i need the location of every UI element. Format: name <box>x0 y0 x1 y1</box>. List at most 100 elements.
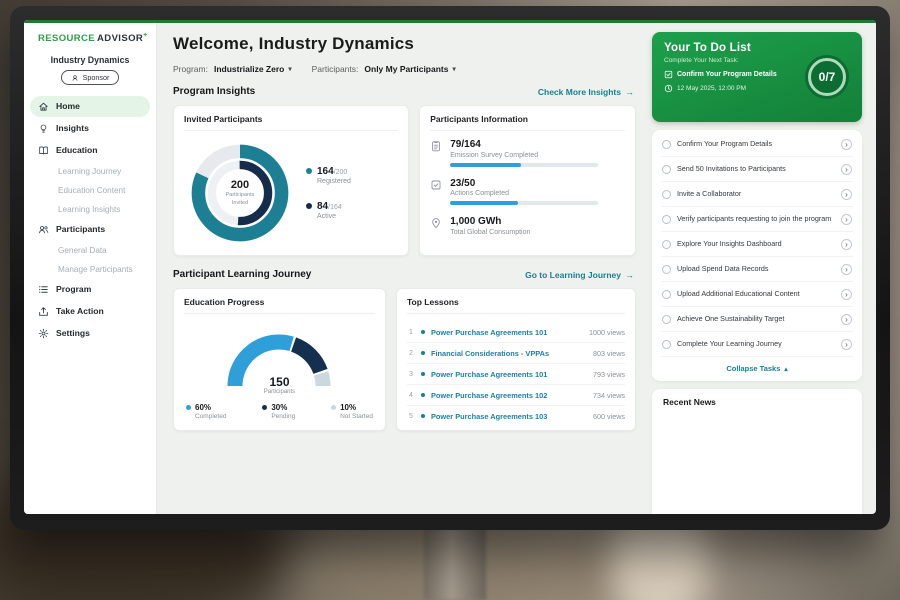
invited-participants-card: Invited Participants 200 Participants In… <box>173 105 409 256</box>
actions-icon <box>430 179 442 191</box>
lesson-bullet-icon <box>421 414 425 418</box>
task-checkbox-icon[interactable] <box>662 140 671 149</box>
lesson-link[interactable]: Power Purchase Agreements 101 <box>431 328 583 337</box>
legend-dot-icon <box>262 405 267 410</box>
task-chevron-icon[interactable]: › <box>841 264 852 275</box>
task-chevron-icon[interactable]: › <box>841 314 852 325</box>
lesson-link[interactable]: Power Purchase Agreements 103 <box>431 412 587 421</box>
sidebar-item-insights[interactable]: Insights <box>30 118 150 139</box>
sidebar-item-settings[interactable]: Settings <box>30 323 150 344</box>
legend-dot-icon <box>306 168 312 174</box>
task-checkbox-icon[interactable] <box>662 315 671 324</box>
participants-select-value: Only My Participants <box>364 64 448 74</box>
check-more-insights-link[interactable]: Check More Insights → <box>538 87 634 97</box>
donut-center-value: 200 <box>231 179 249 191</box>
clock-icon <box>664 84 673 93</box>
action-icon <box>38 306 49 317</box>
gauge-legend-item: 60%Completed <box>186 403 226 420</box>
program-select[interactable]: Industrialize Zero ▾ <box>214 64 292 74</box>
lesson-link[interactable]: Financial Considerations - VPPAs <box>431 349 587 358</box>
lesson-rank: 5 <box>407 413 415 420</box>
todo-task-row[interactable]: Invite a Collaborator› <box>661 182 853 207</box>
recent-news-title: Recent News <box>663 397 716 407</box>
task-checkbox-icon[interactable] <box>662 215 671 224</box>
link-label: Check More Insights <box>538 87 621 97</box>
task-chevron-icon[interactable]: › <box>841 289 852 300</box>
sidebar-item-education[interactable]: Education <box>30 140 150 161</box>
education-progress-card: Education Progress 150 Participants 60%C… <box>173 288 386 431</box>
todo-task-row[interactable]: Achieve One Sustainability Target› <box>661 307 853 332</box>
sidebar-item-home[interactable]: Home <box>30 96 150 117</box>
home-icon <box>38 101 49 112</box>
todo-task-row[interactable]: Send 50 Invitations to Participants › <box>661 157 853 182</box>
todo-task-list: Confirm Your Program Details›Send 50 Inv… <box>661 132 853 357</box>
page-title: Welcome, Industry Dynamics <box>173 34 636 54</box>
sidebar-item-general-data[interactable]: General Data <box>30 241 150 259</box>
task-chevron-icon[interactable]: › <box>841 189 852 200</box>
task-chevron-icon[interactable]: › <box>841 139 852 150</box>
todo-subtitle: Complete Your Next Task: <box>664 57 800 64</box>
lesson-link[interactable]: Power Purchase Agreements 101 <box>431 370 587 379</box>
task-label: Upload Spend Data Records <box>677 264 835 274</box>
sidebar-item-label: Manage Participants <box>58 265 133 274</box>
task-checkbox-icon[interactable] <box>662 265 671 274</box>
sidebar-item-learning-journey[interactable]: Learning Journey <box>30 162 150 180</box>
logo-text-primary: RESOURCE <box>38 33 95 44</box>
consumption-icon <box>430 217 442 229</box>
legend-value: 84/164 <box>317 201 342 212</box>
legend-dot-icon <box>306 203 312 209</box>
lesson-rank: 3 <box>407 371 415 378</box>
todo-next-task-time-label: 12 May 2025, 12:00 PM <box>677 85 746 92</box>
sidebar-item-program[interactable]: Program <box>30 279 150 300</box>
monitor-bezel: RESOURCEADVISOR+ Industry Dynamics Spons… <box>10 6 890 530</box>
sidebar-item-participants[interactable]: Participants <box>30 219 150 240</box>
legend-label: Pending <box>271 413 295 420</box>
todo-task-row[interactable]: Upload Additional Educational Content› <box>661 282 853 307</box>
legend-value: 60% <box>195 403 226 412</box>
task-checkbox-icon[interactable] <box>662 290 671 299</box>
recent-news-card[interactable]: Recent News <box>652 389 862 514</box>
task-checkbox-icon[interactable] <box>662 340 671 349</box>
todo-task-row[interactable]: Confirm Your Program Details› <box>661 132 853 157</box>
legend-value: 164/200 <box>317 166 351 177</box>
task-checkbox-icon[interactable] <box>662 190 671 199</box>
task-label: Explore Your Insights Dashboard <box>677 239 835 249</box>
card-title: Top Lessons <box>407 297 625 314</box>
lesson-views: 734 views <box>593 391 625 400</box>
program-filter-label: Program: <box>173 64 208 74</box>
sidebar-item-label: Education <box>56 146 98 155</box>
task-checkbox-icon[interactable] <box>662 165 671 174</box>
check-square-icon <box>664 70 673 79</box>
task-chevron-icon[interactable]: › <box>841 339 852 350</box>
lesson-bullet-icon <box>421 393 425 397</box>
lesson-link[interactable]: Power Purchase Agreements 102 <box>431 391 587 400</box>
stat-row: 1,000 GWhTotal Global Consumption <box>430 216 625 236</box>
task-chevron-icon[interactable]: › <box>841 214 852 225</box>
todo-task-row[interactable]: Upload Spend Data Records › <box>661 257 853 282</box>
legend-label: Completed <box>195 413 226 420</box>
todo-task-row[interactable]: Complete Your Learning Journey› <box>661 332 853 357</box>
todo-task-row[interactable]: Verify participants requesting to join t… <box>661 207 853 232</box>
todo-summary-text: Your To Do List Complete Your Next Task:… <box>664 42 800 93</box>
task-checkbox-icon[interactable] <box>662 240 671 249</box>
sponsor-badge[interactable]: Sponsor <box>61 70 120 85</box>
todo-task-row[interactable]: Explore Your Insights Dashboard › <box>661 232 853 257</box>
task-label: Send 50 Invitations to Participants <box>677 164 835 174</box>
sidebar-item-label: Program <box>56 285 91 294</box>
main-content: Welcome, Industry Dynamics Program: Indu… <box>157 20 646 514</box>
sidebar-item-learning-insights[interactable]: Learning Insights <box>30 200 150 218</box>
lesson-row: 1Power Purchase Agreements 1011000 views <box>407 322 625 343</box>
task-chevron-icon[interactable]: › <box>841 239 852 250</box>
todo-panel: Your To Do List Complete Your Next Task:… <box>646 20 876 514</box>
todo-next-task[interactable]: Confirm Your Program Details <box>664 70 800 79</box>
sidebar-nav: HomeInsights Education Learning JourneyEdu… <box>24 94 156 344</box>
app-logo: RESOURCEADVISOR+ <box>24 32 156 44</box>
sidebar-item-education-content[interactable]: Education Content <box>30 181 150 199</box>
sidebar-item-manage-participants[interactable]: Manage Participants <box>30 260 150 278</box>
collapse-tasks-link[interactable]: Collapse Tasks ▴ <box>661 357 853 378</box>
participants-select[interactable]: Only My Participants ▾ <box>364 64 455 74</box>
insights-icon <box>38 123 49 134</box>
go-to-learning-journey-link[interactable]: Go to Learning Journey → <box>525 270 634 280</box>
task-chevron-icon[interactable]: › <box>841 164 852 175</box>
sidebar-item-take-action[interactable]: Take Action <box>30 301 150 322</box>
